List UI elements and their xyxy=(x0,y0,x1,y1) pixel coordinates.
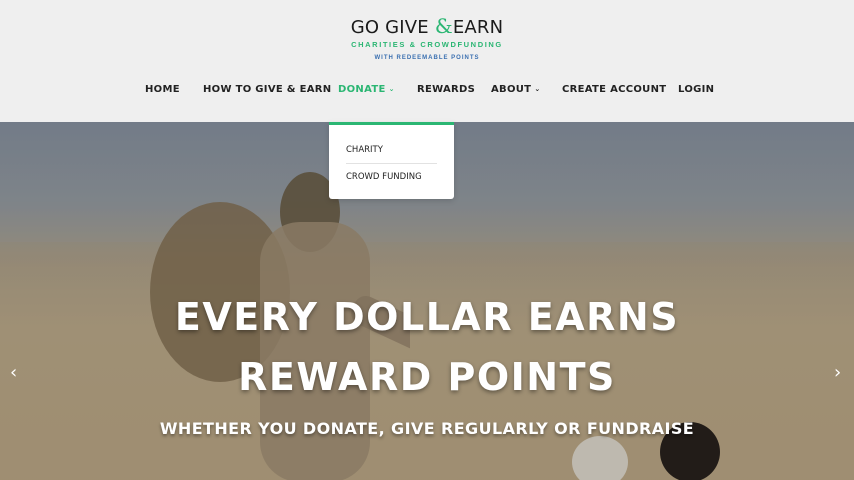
logo-title-post: EARN xyxy=(452,17,504,38)
nav-item-home[interactable]: HOME xyxy=(145,84,180,95)
site-logo[interactable]: GO GIVE &EARN CHARITIES & CROWDFUNDING W… xyxy=(0,16,854,61)
site-header: GO GIVE &EARN CHARITIES & CROWDFUNDING W… xyxy=(0,0,854,122)
logo-title: GO GIVE &EARN xyxy=(0,16,854,38)
chevron-down-icon: ⌄ xyxy=(534,85,541,93)
dropdown-divider xyxy=(346,163,437,164)
donate-dropdown-menu: CHARITY CROWD FUNDING xyxy=(329,122,454,199)
nav-item-rewards[interactable]: REWARDS xyxy=(417,84,475,95)
main-nav: HOME HOW TO GIVE & EARN DONATE ⌄ REWARDS … xyxy=(0,84,854,98)
dropdown-item-charity[interactable]: CHARITY xyxy=(346,145,383,155)
nav-item-login[interactable]: LOGIN xyxy=(678,84,714,95)
logo-ampersand: & xyxy=(434,14,453,38)
logo-title-pre: GO GIVE xyxy=(350,17,435,38)
slider-prev-arrow-icon[interactable]: ‹ xyxy=(10,362,17,383)
nav-item-donate[interactable]: DONATE ⌄ xyxy=(338,84,395,95)
hero-headline-line-2: REWARD POINTS xyxy=(238,355,616,399)
dropdown-item-crowd-funding[interactable]: CROWD FUNDING xyxy=(346,172,422,182)
logo-subtitle-2: WITH REDEEMABLE POINTS xyxy=(374,55,480,61)
chevron-down-icon: ⌄ xyxy=(388,85,395,93)
slider-next-arrow-icon[interactable]: › xyxy=(834,362,841,383)
nav-item-about-label: ABOUT xyxy=(491,84,532,95)
nav-item-how-to-give[interactable]: HOW TO GIVE & EARN xyxy=(203,84,331,95)
nav-item-create-account[interactable]: CREATE ACCOUNT xyxy=(562,84,666,95)
logo-subtitle: CHARITIES & CROWDFUNDING xyxy=(351,40,503,49)
nav-item-donate-label: DONATE xyxy=(338,84,386,95)
hero-subline: WHETHER YOU DONATE, GIVE REGULARLY OR FU… xyxy=(159,419,695,438)
hero-headline-line-1: EVERY DOLLAR EARNS xyxy=(174,295,680,339)
nav-item-about[interactable]: ABOUT ⌄ xyxy=(491,84,540,95)
